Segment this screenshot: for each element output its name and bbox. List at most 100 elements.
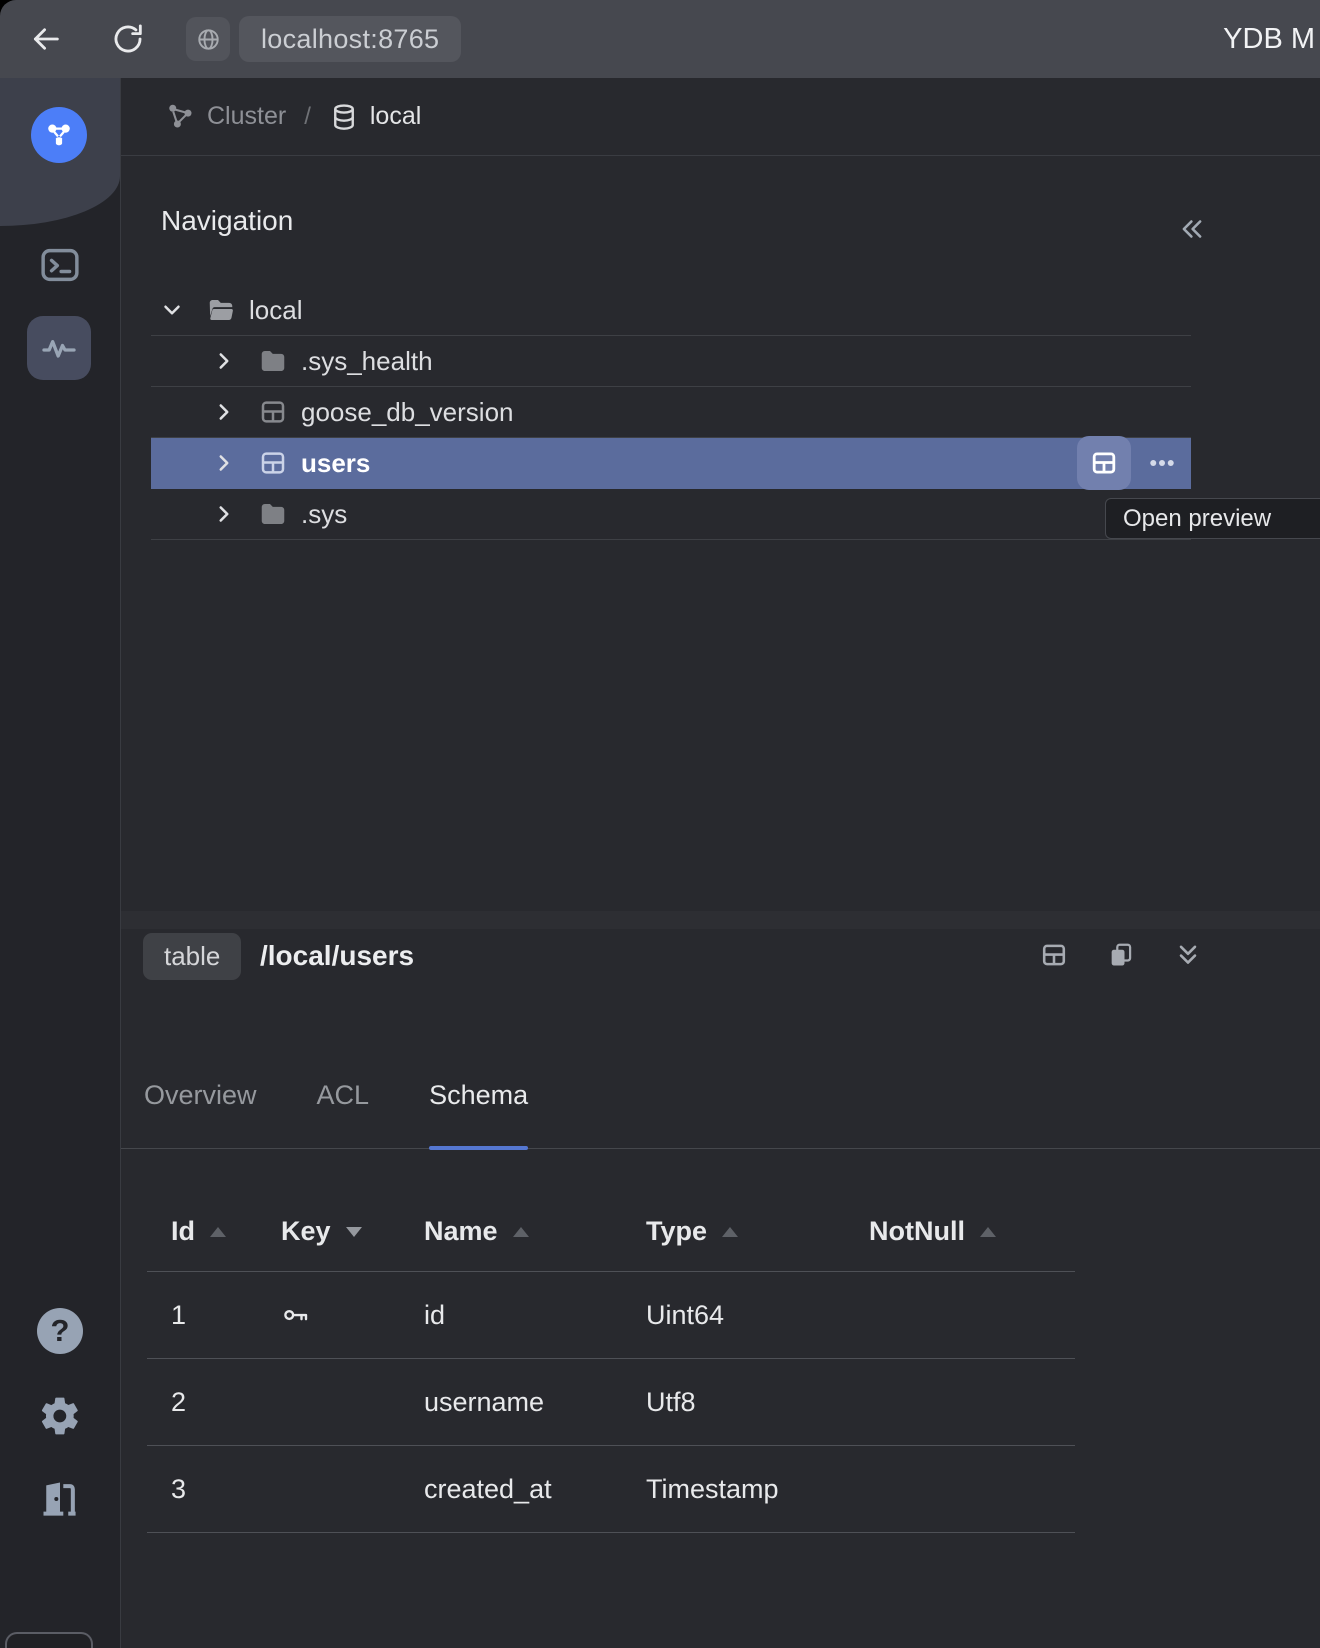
navigation-panel-title: Navigation <box>161 205 293 237</box>
table-row: 2 username Utf8 <box>147 1359 1075 1446</box>
entity-type-badge: table <box>143 933 241 980</box>
sidebar-item-monitoring[interactable] <box>27 316 91 380</box>
tree-item-label: goose_db_version <box>301 397 514 428</box>
open-preview-tooltip: Open preview <box>1105 498 1320 539</box>
tab-label: ACL <box>317 1080 370 1111</box>
entity-type-label: table <box>164 941 220 972</box>
tab-overview[interactable]: Overview <box>144 1043 257 1148</box>
help-button[interactable]: ? <box>0 1308 120 1354</box>
chevron-down-icon[interactable] <box>157 297 187 323</box>
open-preview-table-button[interactable] <box>1040 941 1068 969</box>
chevron-right-icon[interactable] <box>209 399 239 425</box>
cell-notnull <box>845 1272 1075 1358</box>
column-header-type[interactable]: Type <box>622 1216 845 1271</box>
question-icon: ? <box>37 1308 83 1354</box>
cell-type: Uint64 <box>622 1272 845 1358</box>
tab-schema[interactable]: Schema <box>429 1043 528 1148</box>
tree-item-label: local <box>249 295 302 326</box>
chevron-right-icon[interactable] <box>209 348 239 374</box>
main-content: Cluster / local Navigation <box>121 78 1320 1648</box>
back-button[interactable] <box>26 19 66 59</box>
primary-key-icon <box>257 1272 400 1358</box>
table-row: 1 id Uint64 <box>147 1272 1075 1359</box>
cell-id: 1 <box>147 1272 257 1358</box>
cell-name: created_at <box>400 1446 622 1532</box>
sort-asc-icon <box>210 1227 226 1237</box>
schema-tree: local .sys_health <box>151 285 1191 540</box>
globe-icon <box>195 26 222 53</box>
column-header-notnull[interactable]: NotNull <box>845 1216 1075 1271</box>
cell-notnull <box>845 1446 1075 1532</box>
tree-item-users[interactable]: users <box>151 438 1191 489</box>
column-header-name[interactable]: Name <box>400 1216 622 1271</box>
sort-desc-icon <box>346 1227 362 1237</box>
ydb-logo[interactable] <box>31 107 87 163</box>
panel-splitter[interactable] <box>121 911 1320 929</box>
sidebar-item-query[interactable] <box>0 243 120 287</box>
exit-door-icon <box>38 1477 82 1521</box>
ellipsis-icon <box>1147 448 1177 478</box>
table-preview-icon <box>1040 941 1068 969</box>
logout-button[interactable] <box>0 1476 120 1522</box>
column-header-key[interactable]: Key <box>257 1216 400 1271</box>
breadcrumb: Cluster / local <box>121 78 1320 156</box>
entity-tabs: Overview ACL Schema <box>121 1043 1320 1149</box>
cell-id: 3 <box>147 1446 257 1532</box>
breadcrumb-database-label: local <box>370 102 421 131</box>
breadcrumb-cluster-label: Cluster <box>207 102 286 131</box>
table-row: 3 created_at Timestamp <box>147 1446 1075 1533</box>
url-text: localhost:8765 <box>261 24 439 55</box>
gear-icon <box>38 1394 82 1438</box>
column-label: Name <box>424 1216 498 1247</box>
sort-asc-icon <box>980 1227 996 1237</box>
table-icon <box>258 448 288 478</box>
site-info-button[interactable] <box>186 17 230 61</box>
chevron-right-icon[interactable] <box>209 450 239 476</box>
tree-item-label: .sys_health <box>301 346 433 377</box>
tree-item-local[interactable]: local <box>151 285 1191 336</box>
tree-item-sys[interactable]: .sys <box>151 489 1191 540</box>
chevron-right-icon[interactable] <box>209 501 239 527</box>
back-arrow-icon <box>29 22 63 56</box>
cell-id: 2 <box>147 1359 257 1445</box>
tree-row-actions <box>1077 436 1191 490</box>
tree-item-sys-health[interactable]: .sys_health <box>151 336 1191 387</box>
reload-button[interactable] <box>108 19 148 59</box>
table-preview-icon <box>1090 449 1118 477</box>
more-actions-button[interactable] <box>1143 444 1181 482</box>
tab-acl[interactable]: ACL <box>317 1043 370 1148</box>
database-icon <box>329 102 359 132</box>
double-chevron-left-icon <box>1177 214 1207 244</box>
table-icon <box>258 397 288 427</box>
cell-notnull <box>845 1359 1075 1445</box>
cluster-icon <box>165 101 196 132</box>
tab-label: Overview <box>144 1080 257 1111</box>
settings-button[interactable] <box>0 1393 120 1439</box>
folder-open-icon <box>206 295 236 325</box>
tree-item-goose-db-version[interactable]: goose_db_version <box>151 387 1191 438</box>
cell-type: Utf8 <box>622 1359 845 1445</box>
address-bar[interactable]: localhost:8765 <box>239 16 461 62</box>
column-label: Id <box>171 1216 195 1247</box>
bottom-popover-edge <box>5 1632 93 1648</box>
entity-actions <box>1040 941 1202 969</box>
breadcrumb-database[interactable]: local <box>329 102 421 132</box>
column-header-id[interactable]: Id <box>147 1216 257 1271</box>
tree-item-label: .sys <box>301 499 347 530</box>
pulse-icon <box>39 328 79 368</box>
cell-type: Timestamp <box>622 1446 845 1532</box>
breadcrumb-cluster[interactable]: Cluster <box>165 101 286 132</box>
reload-icon <box>111 22 145 56</box>
expand-panel-button[interactable] <box>1174 941 1202 969</box>
copy-path-button[interactable] <box>1107 941 1135 969</box>
sidebar: ? <box>0 78 121 1648</box>
open-preview-button[interactable] <box>1077 436 1131 490</box>
ydb-network-icon <box>42 118 76 152</box>
window-title: YDB M <box>1223 0 1315 78</box>
column-label: Type <box>646 1216 707 1247</box>
collapse-panel-button[interactable] <box>1176 213 1208 245</box>
tab-label: Schema <box>429 1080 528 1111</box>
cell-name: id <box>400 1272 622 1358</box>
entity-path: /local/users <box>260 940 414 972</box>
folder-icon <box>258 499 288 529</box>
